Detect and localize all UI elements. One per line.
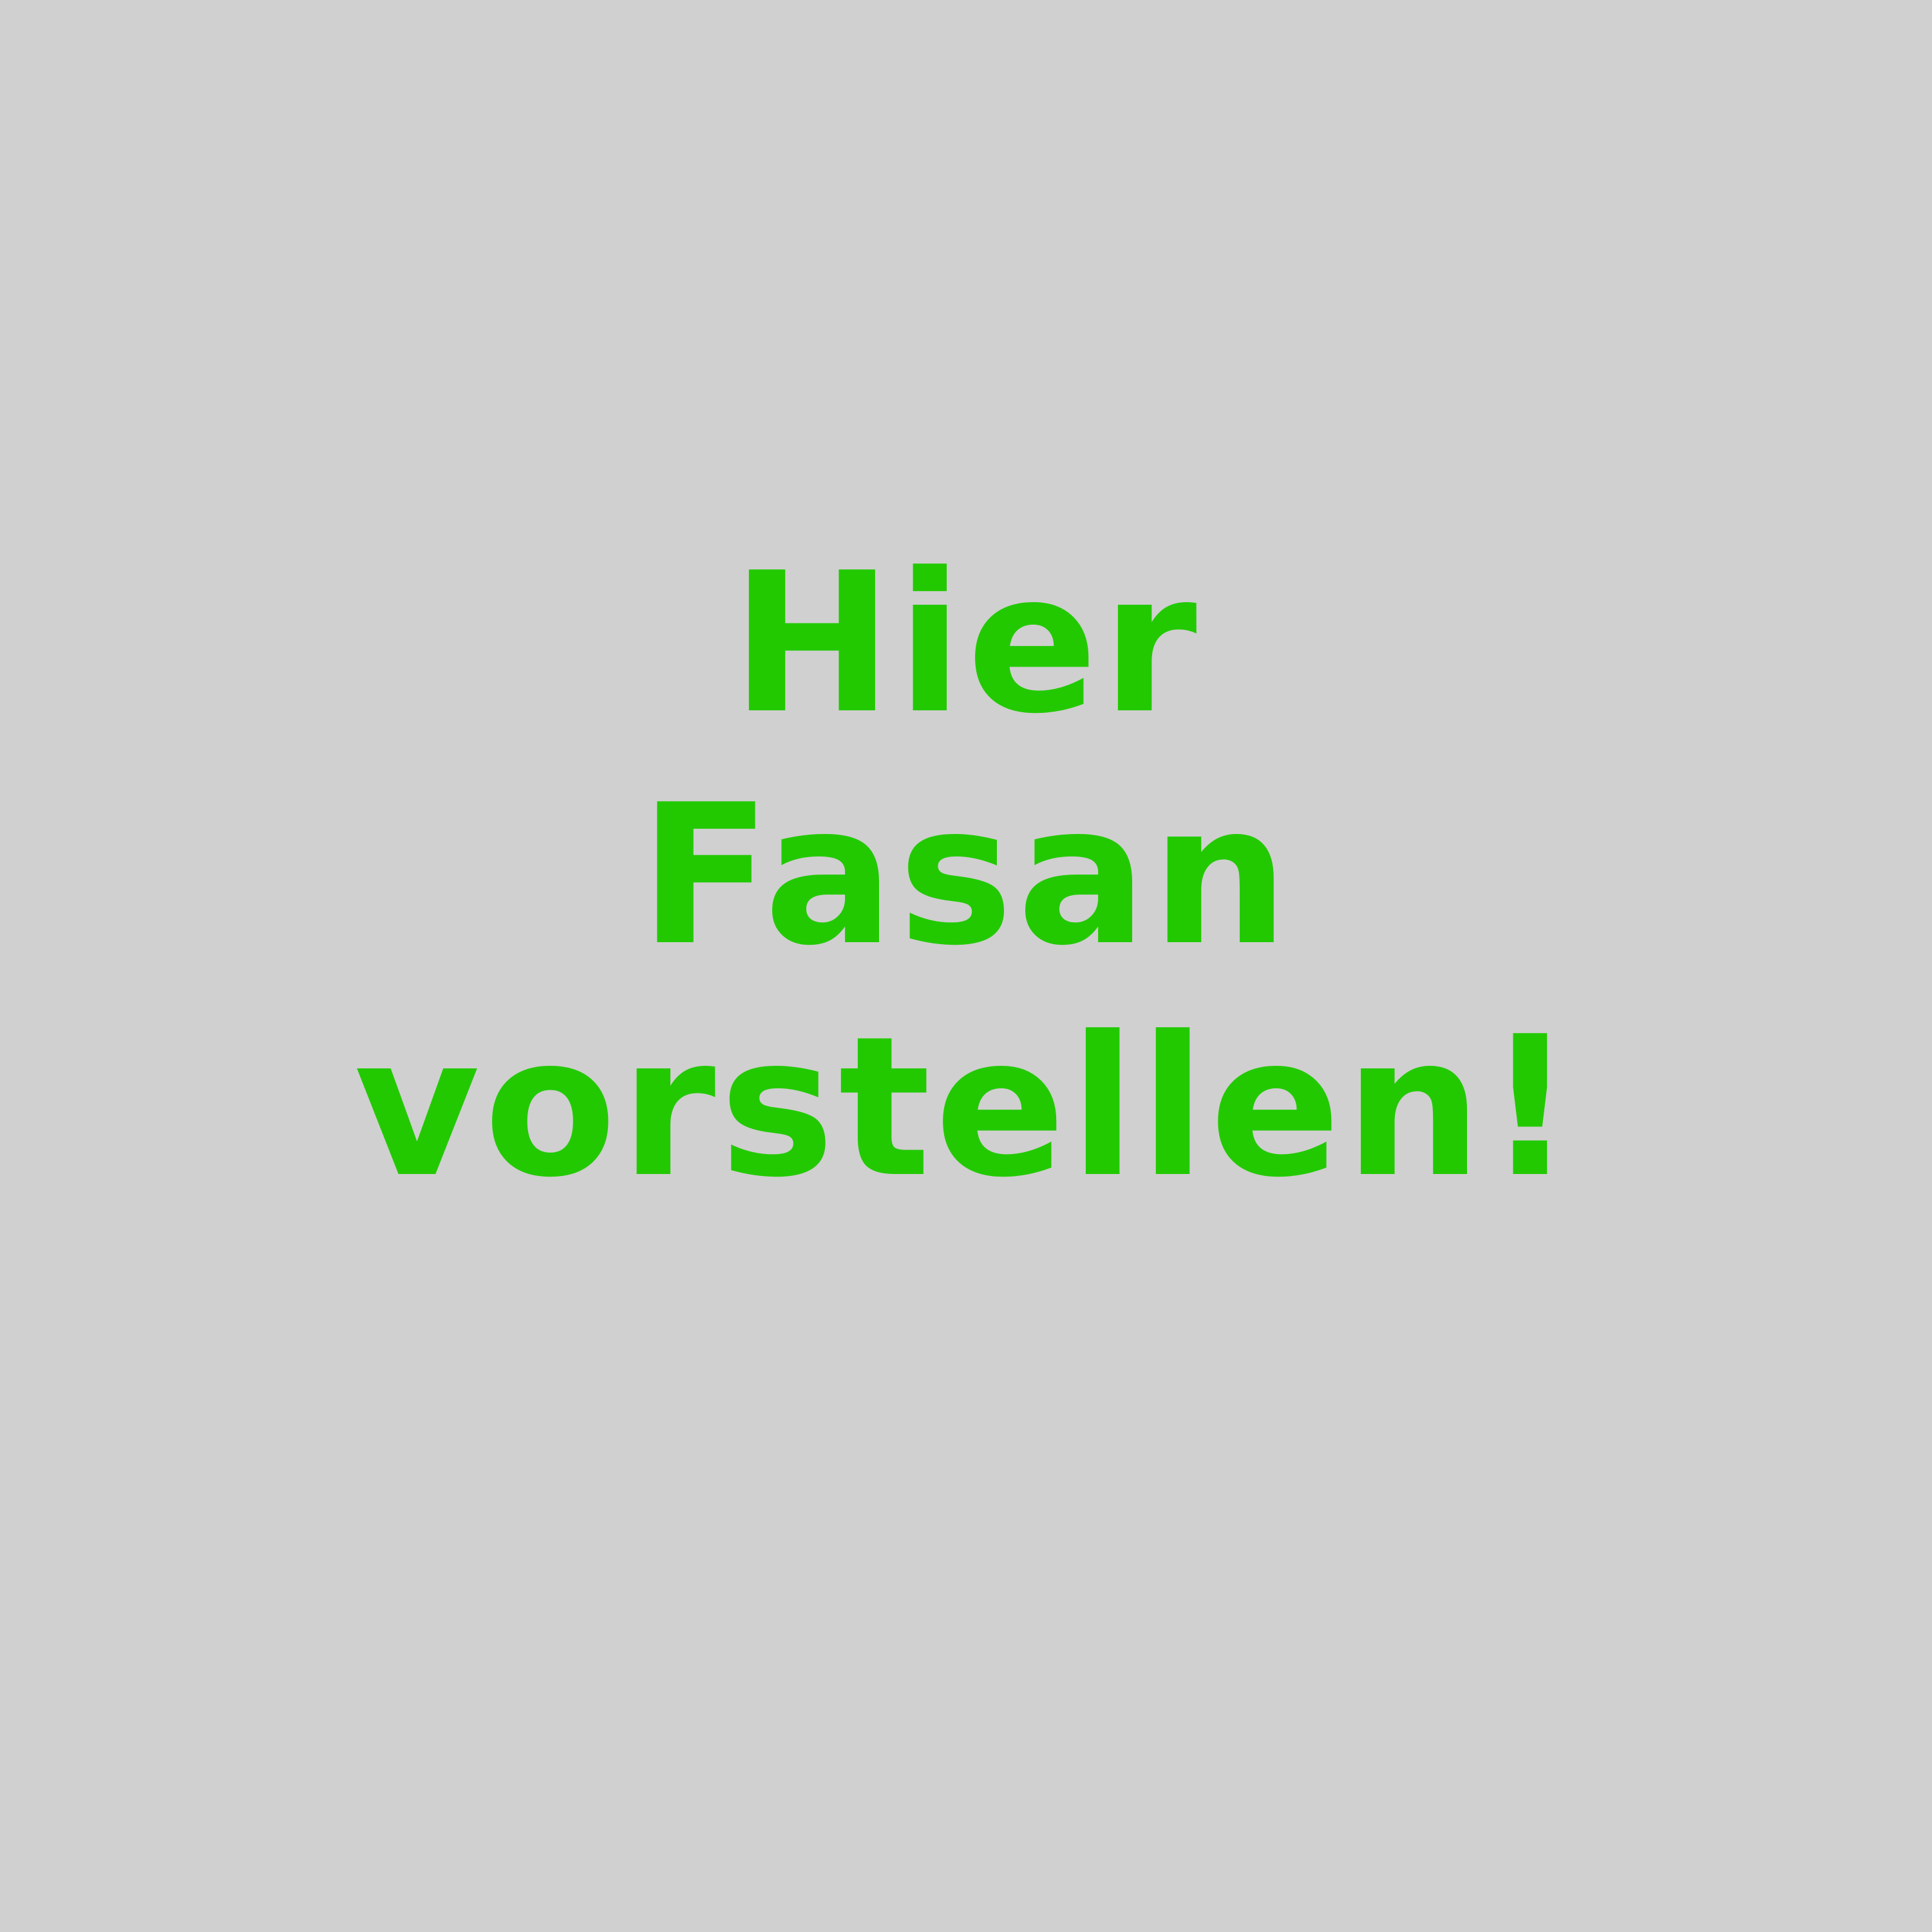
canvas: Hier Fasan vorstellen!: [0, 0, 1932, 1932]
headline: Hier Fasan vorstellen!: [0, 528, 1932, 1224]
headline-line-3: vorstellen!: [354, 995, 1578, 1220]
headline-line-1: Hier: [731, 531, 1201, 756]
headline-line-2: Fasan: [639, 763, 1293, 988]
